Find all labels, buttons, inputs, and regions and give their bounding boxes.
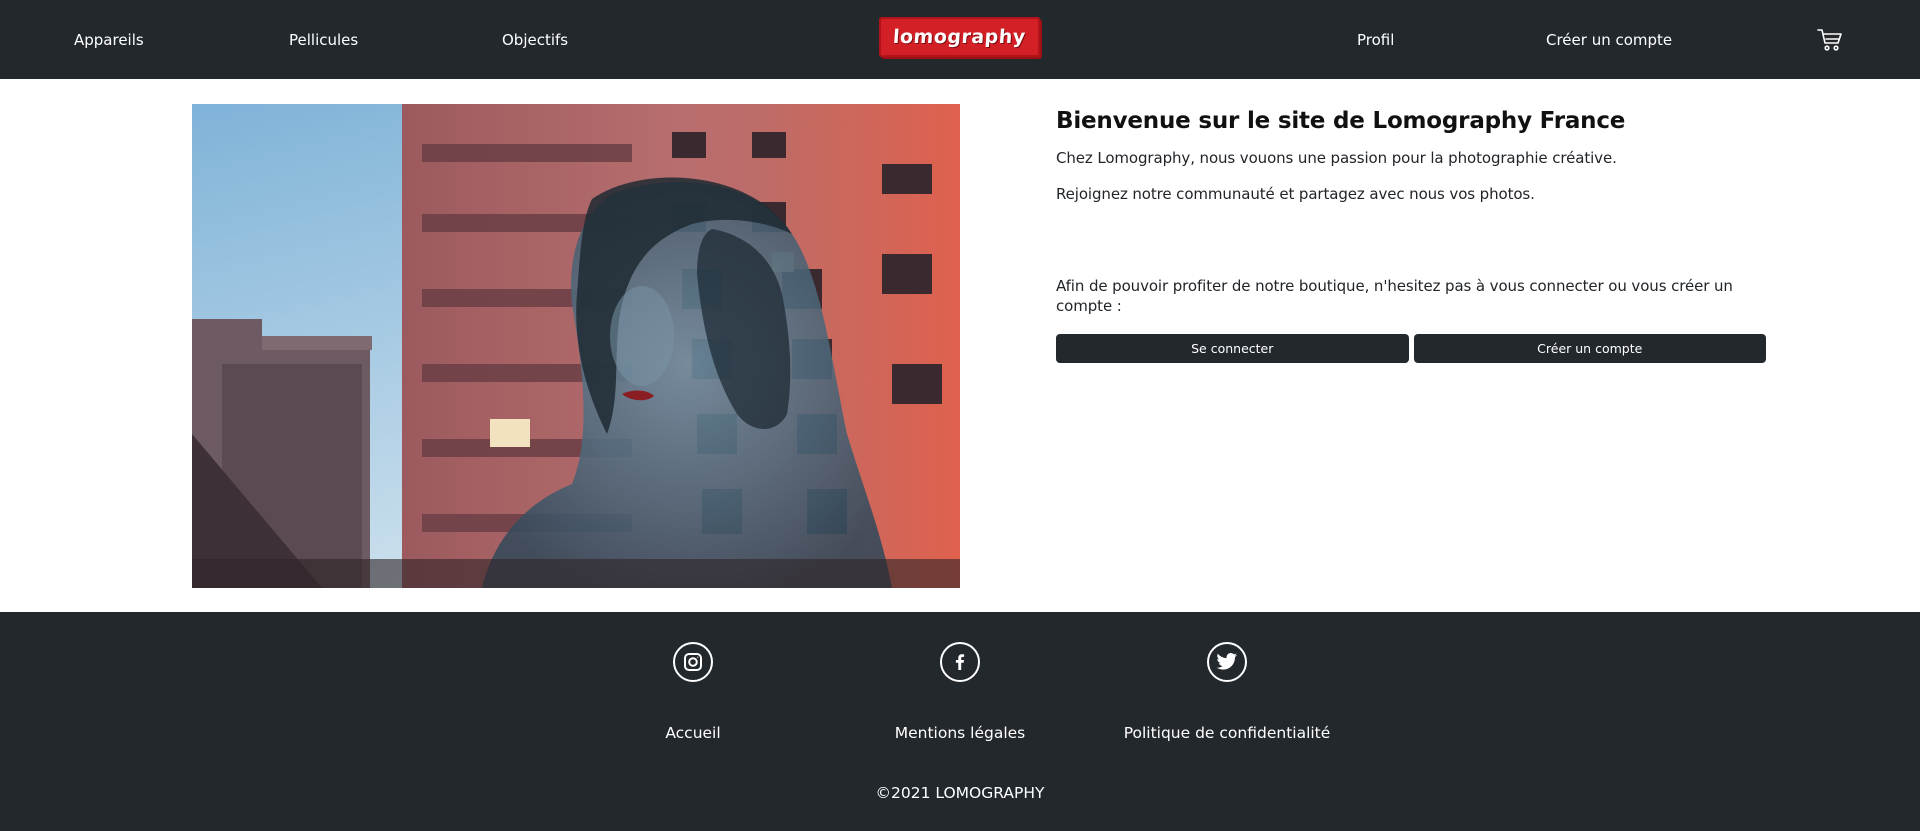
nav-link-profil[interactable]: Profil: [1357, 28, 1394, 52]
site-footer: Accueil Mentions légales Politique de co…: [0, 612, 1920, 831]
shopping-cart-icon[interactable]: [1817, 28, 1843, 52]
footer-link-mentions-legales[interactable]: Mentions légales: [895, 723, 1026, 743]
hero-photo: [192, 104, 960, 588]
nav-link-pellicules[interactable]: Pellicules: [289, 28, 358, 52]
auth-buttons: Se connecter Créer un compte: [1056, 334, 1766, 363]
nav-link-appareils[interactable]: Appareils: [74, 28, 144, 52]
top-navbar: Appareils Pellicules Objectifs lomograph…: [0, 0, 1920, 79]
nav-link-creer-compte[interactable]: Créer un compte: [1546, 28, 1672, 52]
signup-button[interactable]: Créer un compte: [1413, 334, 1766, 363]
facebook-icon[interactable]: [940, 642, 980, 682]
twitter-icon[interactable]: [1207, 642, 1247, 682]
community-paragraph: Rejoignez notre communauté et partagez a…: [1056, 185, 1535, 203]
page-title: Bienvenue sur le site de Lomography Fran…: [1056, 108, 1626, 134]
nav-link-objectifs[interactable]: Objectifs: [502, 28, 568, 52]
invite-paragraph: Afin de pouvoir profiter de notre boutiq…: [1056, 277, 1733, 315]
instagram-icon[interactable]: [673, 642, 713, 682]
copyright-text: ©2021 LOMOGRAPHY: [875, 784, 1045, 802]
lomography-logo[interactable]: lomography: [879, 17, 1040, 57]
logo-text: lomography: [892, 26, 1027, 48]
footer-link-accueil[interactable]: Accueil: [665, 723, 720, 743]
welcome-section: Bienvenue sur le site de Lomography Fran…: [1056, 104, 1776, 363]
intro-paragraph: Chez Lomography, nous vouons une passion…: [1056, 149, 1617, 167]
login-button[interactable]: Se connecter: [1056, 334, 1409, 363]
footer-link-politique-confidentialite[interactable]: Politique de confidentialité: [1124, 723, 1331, 743]
